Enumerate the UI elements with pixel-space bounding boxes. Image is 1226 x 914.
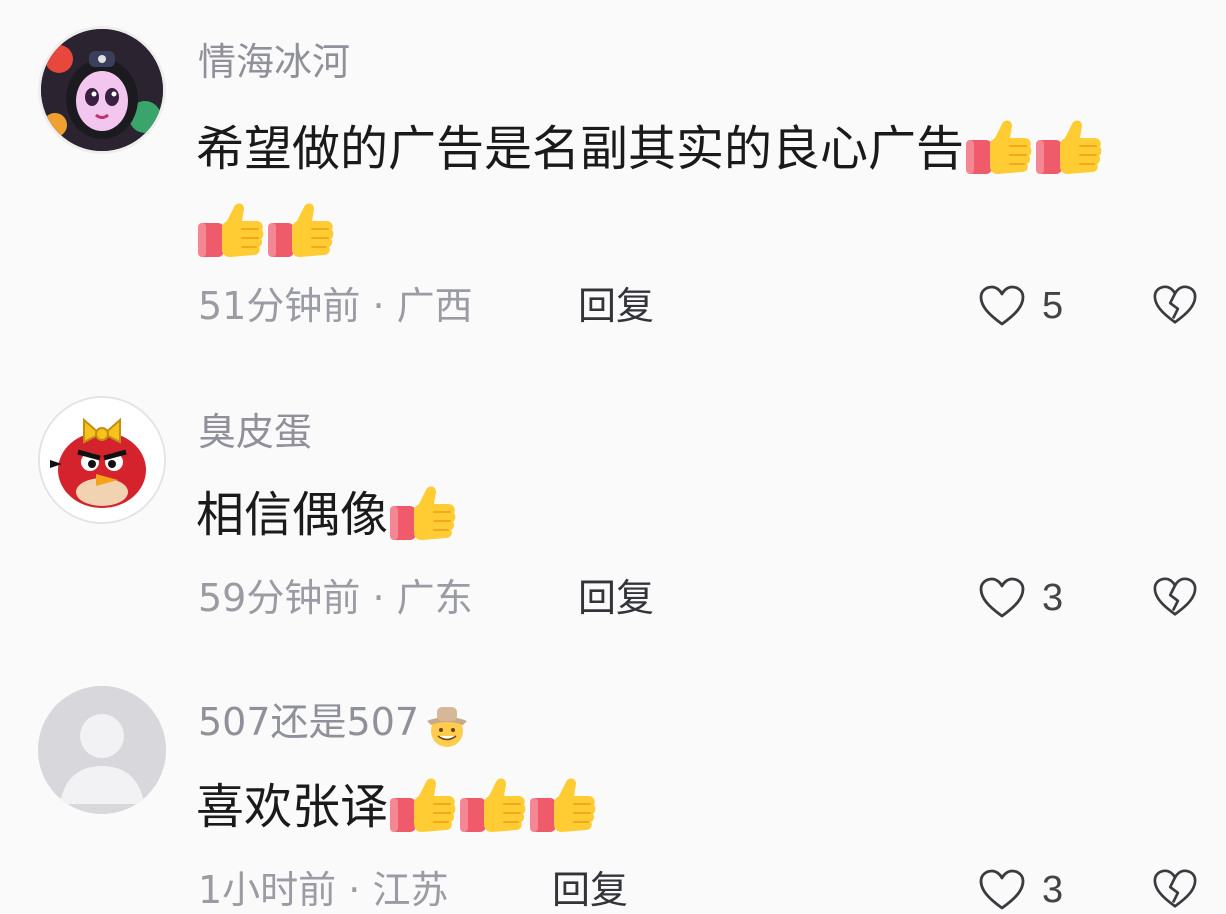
angry-bird-avatar-icon[interactable] — [38, 396, 166, 524]
comment-text: 喜欢张译 — [196, 764, 1206, 847]
thumbs-up-emoji-icon — [1034, 116, 1104, 182]
comment-item: 情海冰河 希望做的广告是名副其实的良心广告 51分钟前 · 广西 回复 5 — [0, 0, 1226, 360]
comment-time: 51分钟前 — [198, 284, 361, 328]
heart-icon — [978, 576, 1026, 620]
comment-location: 江苏 — [372, 868, 449, 912]
meta-separator: · — [348, 868, 361, 912]
username[interactable]: 臭皮蛋 — [198, 410, 312, 454]
heart-icon — [978, 868, 1026, 912]
thumbs-up-emoji-icon — [266, 199, 336, 265]
comment-text: 相信偶像 — [196, 472, 1206, 555]
comment-text-body: 相信偶像 — [196, 487, 389, 543]
comment-meta: 59分钟前 · 广东 — [198, 576, 473, 620]
like-count: 5 — [1042, 284, 1064, 327]
cowboy-emoji-icon — [427, 706, 468, 747]
like-button[interactable]: 5 — [978, 282, 1063, 330]
girl-avatar-icon[interactable] — [38, 26, 166, 154]
username-text: 507还是507 — [198, 700, 420, 744]
like-button[interactable]: 3 — [978, 574, 1063, 622]
comment-item: 507还是507 喜欢张译 1小时前 · 江苏 回复 3 — [0, 660, 1226, 912]
comment-text: 希望做的广告是名副其实的良心广告 — [196, 106, 1206, 269]
broken-heart-icon[interactable] — [1152, 574, 1198, 620]
username[interactable]: 507还是507 — [198, 700, 471, 749]
like-count: 3 — [1042, 868, 1064, 911]
reply-button[interactable]: 回复 — [578, 284, 654, 328]
like-count: 3 — [1042, 576, 1064, 619]
meta-separator: · — [372, 576, 385, 620]
comment-time: 1小时前 — [198, 868, 337, 912]
comment-meta: 51分钟前 · 广西 — [198, 284, 473, 328]
default-avatar-icon[interactable] — [38, 686, 166, 814]
reply-button[interactable]: 回复 — [552, 868, 628, 912]
comment-location: 广东 — [396, 576, 473, 620]
comment-text-body: 喜欢张译 — [196, 779, 389, 835]
broken-heart-icon[interactable] — [1152, 866, 1198, 912]
username[interactable]: 情海冰河 — [198, 40, 350, 84]
thumbs-up-emoji-icon — [528, 774, 598, 840]
like-button[interactable]: 3 — [978, 866, 1063, 914]
comment-time: 59分钟前 — [198, 576, 361, 620]
thumbs-up-emoji-icon — [964, 116, 1034, 182]
thumbs-up-emoji-icon — [196, 199, 266, 265]
thumbs-up-emoji-icon — [458, 774, 528, 840]
comment-item: 臭皮蛋 相信偶像 59分钟前 · 广东 回复 3 — [0, 360, 1226, 660]
thumbs-up-emoji-icon — [388, 482, 458, 548]
comment-text-body: 希望做的广告是名副其实的良心广告 — [196, 121, 965, 177]
meta-separator: · — [372, 284, 385, 328]
comment-location: 广西 — [396, 284, 473, 328]
broken-heart-icon[interactable] — [1152, 282, 1198, 328]
thumbs-up-emoji-icon — [388, 774, 458, 840]
reply-button[interactable]: 回复 — [578, 576, 654, 620]
comment-meta: 1小时前 · 江苏 — [198, 868, 448, 912]
heart-icon — [978, 284, 1026, 328]
